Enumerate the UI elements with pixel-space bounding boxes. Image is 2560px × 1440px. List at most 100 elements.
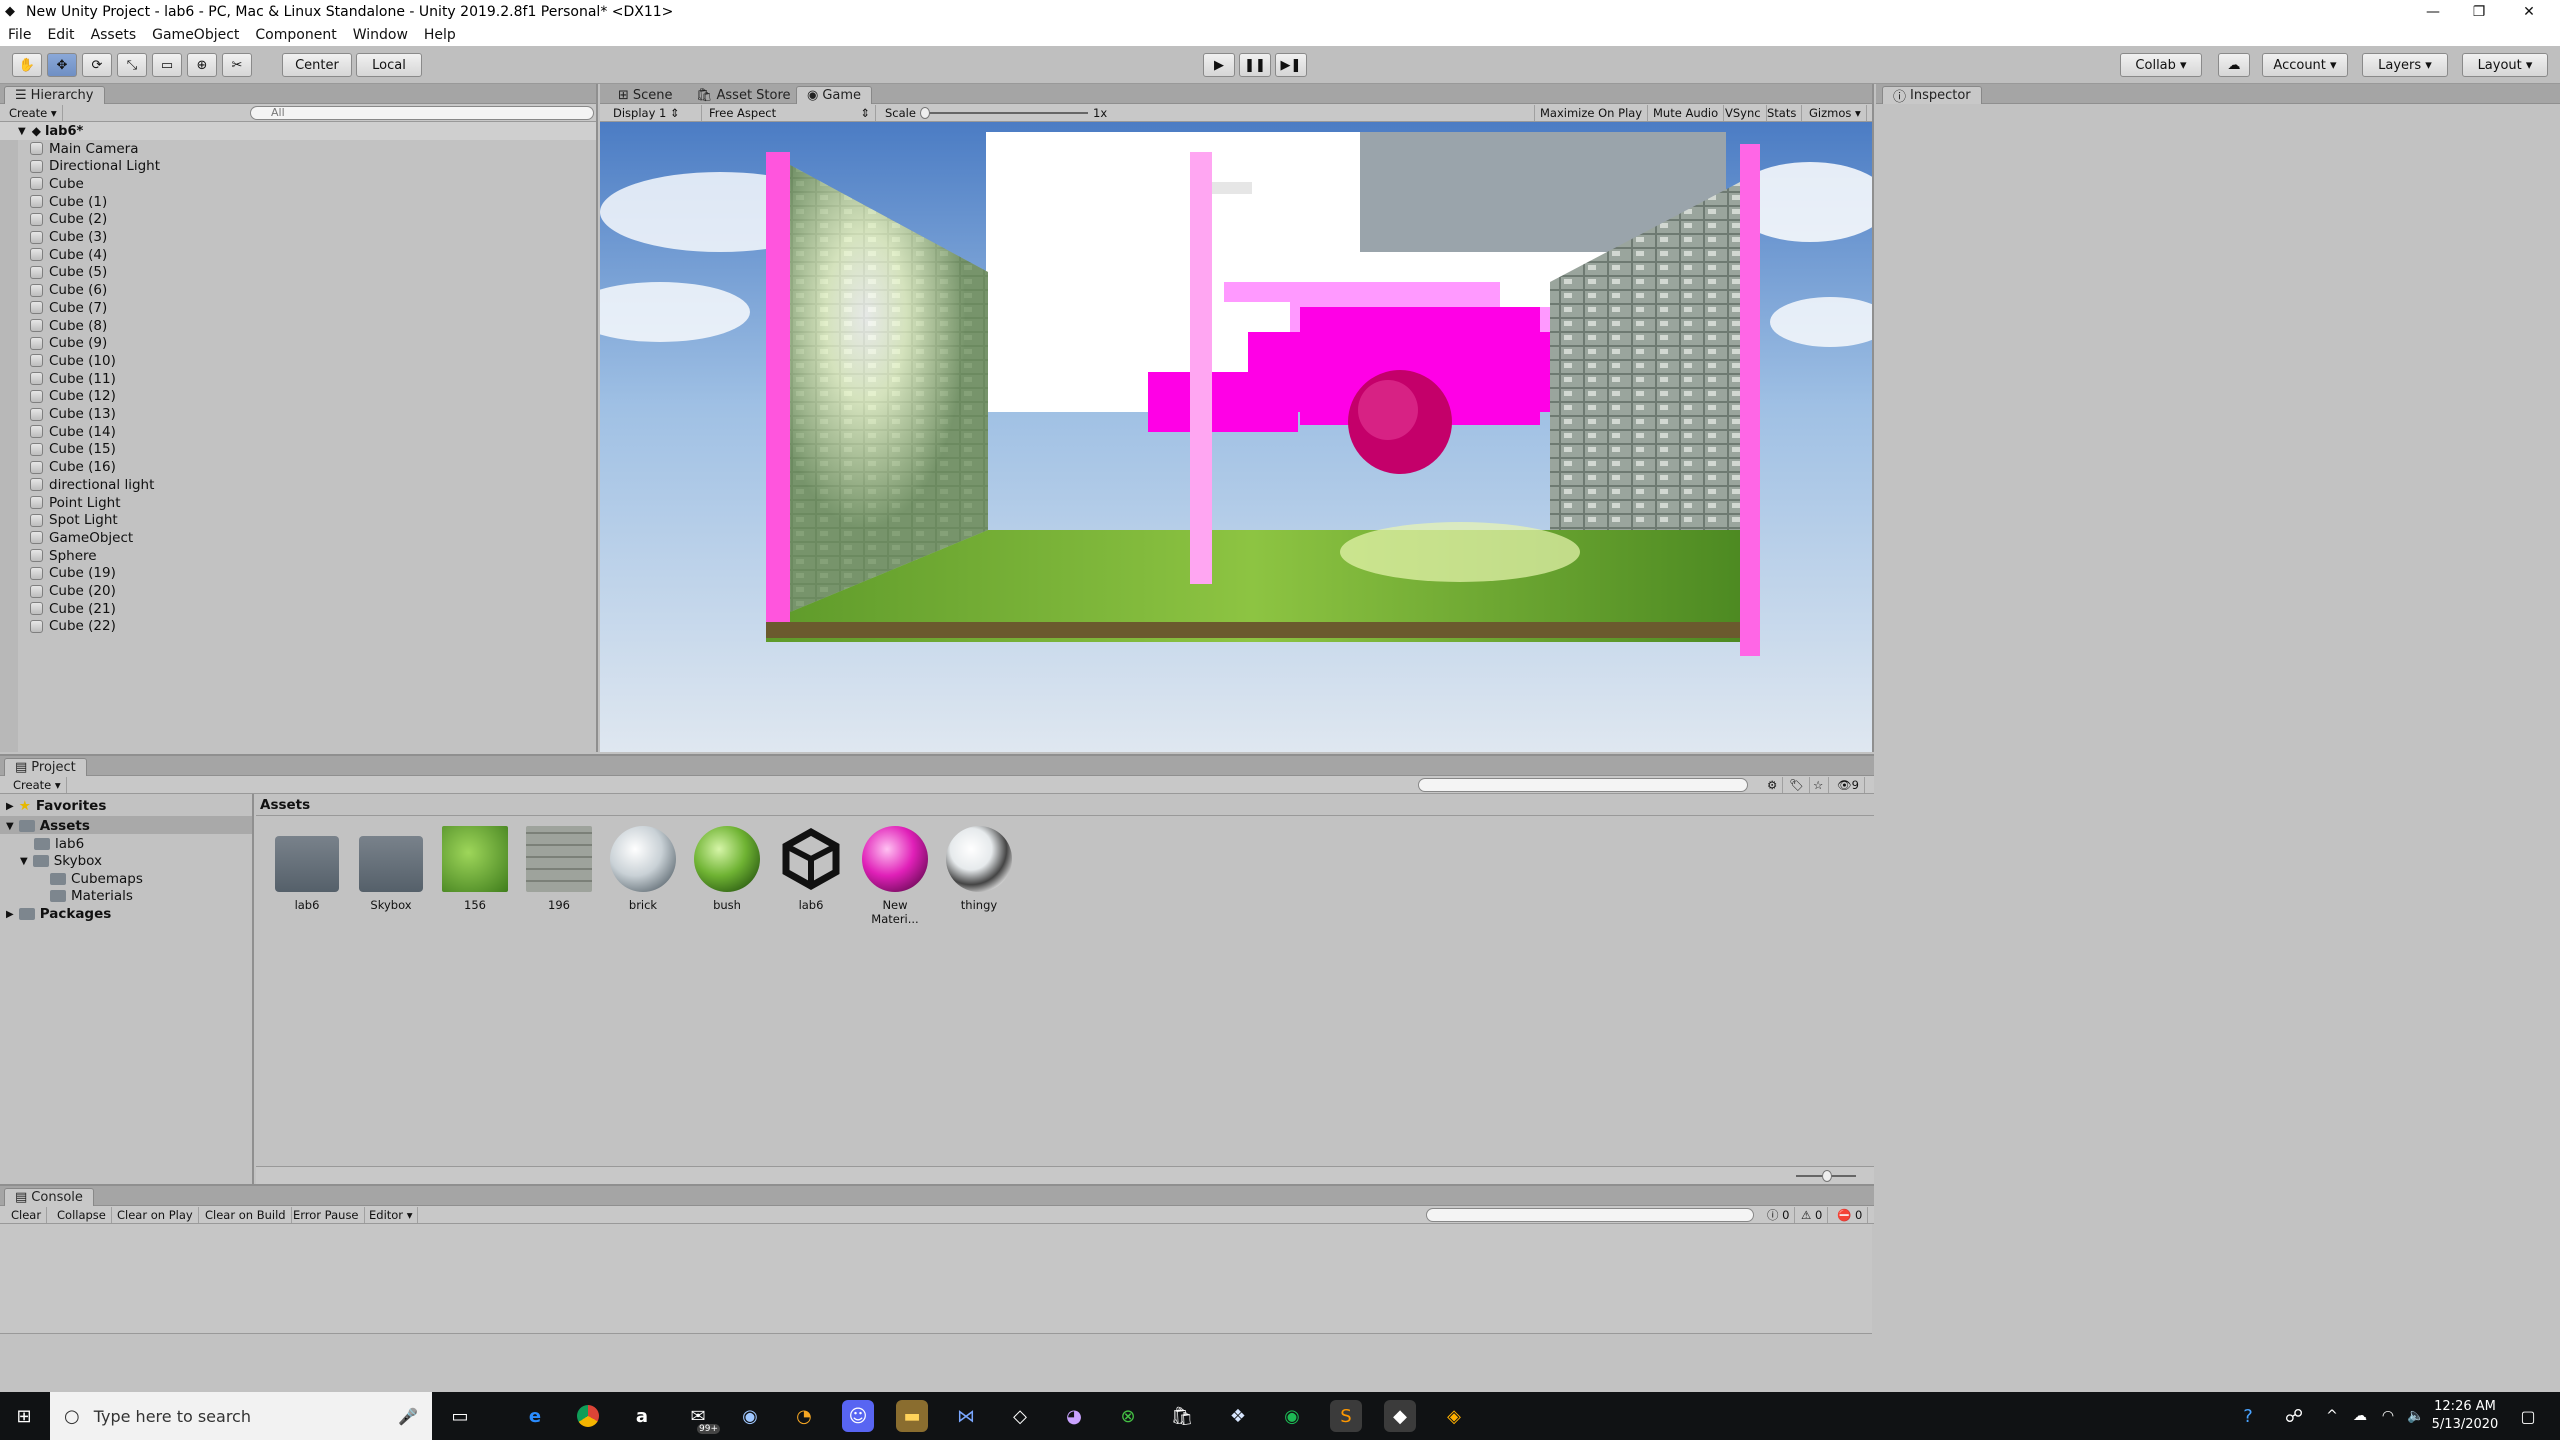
hierarchy-item[interactable]: Cube (9) <box>30 335 107 352</box>
console-editor-dropdown[interactable]: Editor ▾ <box>364 1207 419 1223</box>
hierarchy-item[interactable]: Directional Light <box>30 158 160 175</box>
tab-hierarchy[interactable]: ☰ Hierarchy <box>4 86 105 104</box>
cloud-button[interactable]: ☁ <box>2218 53 2250 77</box>
tree-collapse-icon[interactable]: ▼ <box>20 856 28 867</box>
hierarchy-item[interactable]: Cube <box>30 175 84 192</box>
hand-tool-icon[interactable]: ✋ <box>12 53 42 77</box>
blender-icon[interactable]: ◔ <box>788 1400 820 1432</box>
console-info-toggle[interactable]: ⓘ 0 <box>1762 1207 1796 1223</box>
menu-file[interactable]: File <box>0 27 39 43</box>
tab-game[interactable]: ◉ Game <box>796 86 873 104</box>
tree-lab6[interactable]: lab6 <box>34 836 84 852</box>
discord-icon[interactable]: ☺ <box>842 1400 874 1432</box>
hierarchy-item[interactable]: Main Camera <box>30 140 139 157</box>
aspect-dropdown[interactable]: Free Aspect ⇕ <box>704 105 876 121</box>
asset-item[interactable]: 196 <box>524 826 594 912</box>
play-button[interactable]: ▶ <box>1203 53 1235 77</box>
hierarchy-item[interactable]: Cube (10) <box>30 352 116 369</box>
display-dropdown[interactable]: Display 1 ⇕ <box>608 105 702 121</box>
spotify-icon[interactable]: ◉ <box>1276 1400 1308 1432</box>
breadcrumb-assets[interactable]: Assets <box>260 797 310 813</box>
tree-assets[interactable]: ▼ Assets <box>6 818 90 834</box>
console-clear-button[interactable]: Clear <box>6 1207 48 1223</box>
vsync-toggle[interactable]: VSync <box>1720 105 1767 121</box>
help-icon[interactable]: ? <box>2232 1400 2264 1432</box>
menu-help[interactable]: Help <box>416 27 464 43</box>
transform-tool-icon[interactable]: ⊕ <box>187 53 217 77</box>
console-log-area[interactable] <box>0 1224 1872 1334</box>
steam-icon[interactable]: ◉ <box>734 1400 766 1432</box>
unity-editor-icon[interactable]: ◆ <box>1384 1400 1416 1432</box>
tab-scene[interactable]: ⊞ Scene <box>608 86 683 104</box>
clock[interactable]: 12:26 AM 5/13/2020 <box>2430 1398 2500 1434</box>
pivot-local-button[interactable]: Local <box>356 53 422 77</box>
hierarchy-item[interactable]: Cube (6) <box>30 282 107 299</box>
asset-item[interactable]: bush <box>692 826 762 912</box>
hierarchy-item[interactable]: Cube (5) <box>30 264 107 281</box>
scale-slider-thumb[interactable] <box>920 107 930 119</box>
tree-collapse-icon[interactable]: ▼ <box>6 821 14 832</box>
dropbox-icon[interactable]: ❖ <box>1222 1400 1254 1432</box>
asset-item[interactable]: Skybox <box>356 826 426 912</box>
zoom-slider-thumb[interactable] <box>1822 1170 1832 1182</box>
tab-project[interactable]: ▤ Project <box>4 758 87 776</box>
tree-expand-icon[interactable]: ▶ <box>6 909 14 920</box>
hierarchy-item[interactable]: Cube (7) <box>30 299 107 316</box>
console-error-pause-button[interactable]: Error Pause <box>288 1207 365 1223</box>
tree-favorites[interactable]: ▶ ★ Favorites <box>6 798 106 814</box>
asset-item[interactable]: lab6 <box>776 826 846 912</box>
hierarchy-create-button[interactable]: Create ▾ <box>4 105 63 121</box>
microphone-icon[interactable]: 🎤 <box>398 1407 418 1426</box>
filter-label-icon[interactable]: 🏷 <box>1784 777 1810 793</box>
visual-studio-icon[interactable]: ⋈ <box>950 1400 982 1432</box>
hierarchy-item[interactable]: Cube (3) <box>30 229 107 246</box>
notifications-icon[interactable]: ▢ <box>2512 1400 2544 1432</box>
menu-gameobject[interactable]: GameObject <box>144 27 247 43</box>
store-icon[interactable]: 🛍 <box>1166 1400 1198 1432</box>
console-collapse-button[interactable]: Collapse <box>52 1207 112 1223</box>
console-warning-toggle[interactable]: ⚠ 0 <box>1796 1207 1829 1223</box>
scale-slider[interactable] <box>922 112 1088 114</box>
hierarchy-item[interactable]: Cube (11) <box>30 370 116 387</box>
account-dropdown[interactable]: Account ▾ <box>2262 53 2348 77</box>
volume-icon[interactable]: 🔈 <box>2400 1400 2432 1432</box>
mute-audio-toggle[interactable]: Mute Audio <box>1648 105 1725 121</box>
tab-console[interactable]: ▤ Console <box>4 1188 94 1206</box>
restore-icon[interactable]: ❐ <box>2456 0 2502 24</box>
console-clear-on-build-button[interactable]: Clear on Build <box>200 1207 292 1223</box>
tree-expand-icon[interactable]: ▶ <box>6 801 14 812</box>
stats-toggle[interactable]: Stats <box>1762 105 1803 121</box>
menu-edit[interactable]: Edit <box>39 27 82 43</box>
app-purple-icon[interactable]: ◕ <box>1058 1400 1090 1432</box>
minimize-icon[interactable]: — <box>2410 0 2456 24</box>
console-error-toggle[interactable]: ⛔ 0 <box>1832 1207 1869 1223</box>
menu-component[interactable]: Component <box>247 27 344 43</box>
rotate-tool-icon[interactable]: ⟳ <box>82 53 112 77</box>
people-icon[interactable]: ☍ <box>2278 1400 2310 1432</box>
hierarchy-item[interactable]: Sphere <box>30 547 97 564</box>
console-search-input[interactable] <box>1426 1208 1754 1222</box>
hierarchy-item[interactable]: Cube (1) <box>30 193 107 210</box>
menu-assets[interactable]: Assets <box>83 27 145 43</box>
hierarchy-item[interactable]: Cube (2) <box>30 211 107 228</box>
file-explorer-icon[interactable]: ▬ <box>896 1400 928 1432</box>
hierarchy-item[interactable]: GameObject <box>30 529 133 546</box>
tree-materials[interactable]: Materials <box>50 888 133 904</box>
layout-dropdown[interactable]: Layout ▾ <box>2462 53 2548 77</box>
hierarchy-item[interactable]: Cube (8) <box>30 317 107 334</box>
hierarchy-item[interactable]: directional light <box>30 476 154 493</box>
asset-item[interactable]: New Materi... <box>860 826 930 926</box>
hierarchy-item[interactable]: Cube (22) <box>30 618 116 635</box>
hierarchy-scene-row[interactable]: ▼ ◆ lab6* <box>0 122 596 140</box>
filter-type-icon[interactable]: ⚙ <box>1762 777 1784 793</box>
step-button[interactable]: ▶❚ <box>1275 53 1307 77</box>
windows-start-icon[interactable]: ⊞ <box>8 1400 40 1432</box>
menu-window[interactable]: Window <box>345 27 416 43</box>
chrome-icon[interactable] <box>572 1400 604 1432</box>
favorite-star-icon[interactable]: ☆ <box>1808 777 1830 793</box>
project-create-button[interactable]: Create ▾ <box>8 777 67 793</box>
hierarchy-item[interactable]: Cube (15) <box>30 441 116 458</box>
unity-hub-icon[interactable]: ◇ <box>1004 1400 1036 1432</box>
hierarchy-item[interactable]: Cube (16) <box>30 459 116 476</box>
custom-tool-icon[interactable]: ✂ <box>222 53 252 77</box>
